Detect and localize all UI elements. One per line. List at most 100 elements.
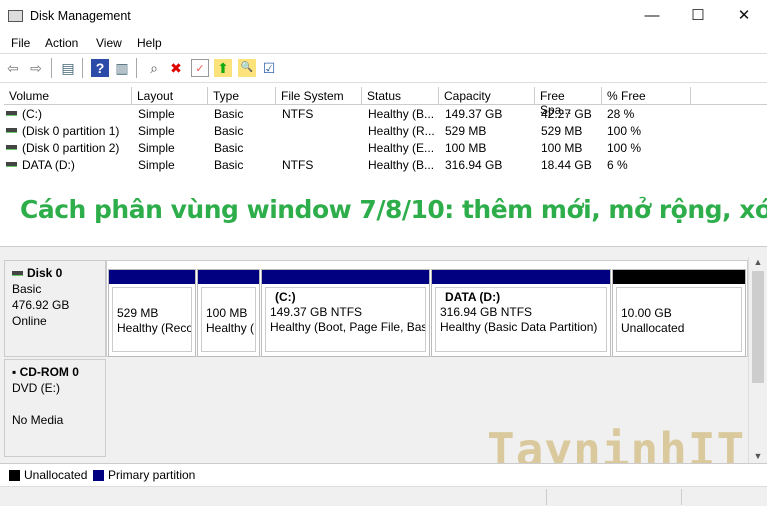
table-cell: DATA (D:) bbox=[22, 158, 75, 172]
partition-details: 529 MB Healthy (Reco bbox=[112, 287, 192, 352]
column-header-layout[interactable]: Layout bbox=[132, 87, 208, 105]
partition-details: 10.00 GB Unallocated bbox=[616, 287, 742, 352]
volume-icon bbox=[6, 145, 17, 150]
partition-3[interactable]: (C:) 149.37 GB NTFS Healthy (Boot, Page Fi… bbox=[261, 269, 430, 357]
table-cell: (Disk 0 partition 1) bbox=[22, 124, 120, 138]
partition-5[interactable]: 10.00 GB Unallocated bbox=[612, 269, 746, 357]
window-title: Disk Management bbox=[30, 9, 131, 23]
overlay-caption: Cách phân vùng window 7/8/10: thêm mới, … bbox=[20, 195, 767, 224]
legend-primary: Primary partition bbox=[108, 468, 196, 482]
scroll-thumb[interactable] bbox=[752, 271, 764, 383]
table-cell: Healthy (R... bbox=[368, 124, 435, 138]
table-cell: 100 % bbox=[607, 141, 642, 155]
connect-disk-icon[interactable]: ⌕ bbox=[145, 59, 163, 77]
table-cell: 42.27 GB bbox=[541, 107, 592, 121]
column-header-type[interactable]: Type bbox=[208, 87, 276, 105]
help-icon[interactable]: ? bbox=[91, 59, 109, 77]
menu-view[interactable]: View bbox=[96, 36, 122, 50]
table-cell: 18.44 GB bbox=[541, 158, 592, 172]
maximize-button[interactable]: ☐ bbox=[675, 0, 721, 32]
partition-status: Healthy (Reco bbox=[117, 321, 192, 335]
table-row[interactable]: (C:) Simple Basic NTFS Healthy (B... 149.37 G… bbox=[0, 105, 767, 122]
vertical-scrollbar[interactable]: ▲ ▼ bbox=[748, 257, 767, 463]
scroll-down-icon[interactable]: ▼ bbox=[749, 451, 767, 461]
table-row[interactable]: (Disk 0 partition 2) Simple Basic Healthy (… bbox=[0, 139, 767, 156]
show-hide-console-tree-icon[interactable]: ▤ bbox=[59, 59, 77, 77]
forward-icon[interactable]: ⇨ bbox=[27, 59, 45, 77]
legend: Unallocated Primary partition bbox=[0, 463, 767, 485]
menu-action[interactable]: Action bbox=[45, 36, 78, 50]
pane-splitter[interactable] bbox=[0, 247, 767, 257]
partition-label: (C:) bbox=[275, 290, 296, 304]
table-cell: 6 % bbox=[607, 158, 628, 172]
table-cell: (C:) bbox=[22, 107, 42, 121]
disk-size: 476.92 GB bbox=[12, 298, 70, 312]
explore-icon[interactable]: 🔍 bbox=[238, 59, 256, 77]
table-row[interactable]: DATA (D:) Simple Basic NTFS Healthy (B... 316… bbox=[0, 156, 767, 173]
scroll-up-icon[interactable]: ▲ bbox=[749, 257, 767, 267]
table-cell: 149.37 GB bbox=[445, 107, 503, 121]
partition-size: 529 MB bbox=[117, 306, 159, 320]
partition-4[interactable]: DATA (D:) 316.94 GB NTFS Healthy (Basic Da… bbox=[431, 269, 611, 357]
properties-icon[interactable]: ✓ bbox=[191, 59, 209, 77]
column-header-capacity[interactable]: Capacity bbox=[439, 87, 535, 105]
menu-help[interactable]: Help bbox=[137, 36, 162, 50]
disk-name: Disk 0 bbox=[27, 266, 63, 280]
menu-file[interactable]: File bbox=[11, 36, 30, 50]
table-cell: Basic bbox=[214, 158, 244, 172]
cdrom-0-label[interactable]: ▪ CD-ROM 0 DVD (E:) No Media bbox=[4, 359, 106, 457]
partition-status: Unallocated bbox=[621, 321, 685, 335]
table-row[interactable]: (Disk 0 partition 1) Simple Basic Healthy (… bbox=[0, 122, 767, 139]
disk-0-partitions: 529 MB Healthy (Reco 100 MB Healthy ((C:) 14… bbox=[106, 260, 748, 357]
disk-state: Online bbox=[12, 314, 47, 328]
minimize-button[interactable]: — bbox=[629, 0, 675, 32]
table-cell: Simple bbox=[138, 107, 175, 121]
column-header-volume[interactable]: Volume bbox=[4, 87, 132, 105]
table-cell: Simple bbox=[138, 141, 175, 155]
partition-status: Healthy ( bbox=[206, 321, 255, 335]
table-cell: 100 MB bbox=[445, 141, 487, 155]
column-header-empty bbox=[691, 87, 767, 105]
open-icon[interactable]: ⬆ bbox=[214, 59, 232, 77]
partition-1[interactable]: 529 MB Healthy (Reco bbox=[108, 269, 196, 357]
close-button[interactable]: ✕ bbox=[721, 0, 767, 32]
disk-0-label[interactable]: Disk 0 Basic 476.92 GB Online bbox=[4, 260, 106, 357]
table-cell: 100 % bbox=[607, 124, 642, 138]
table-cell: 529 MB bbox=[541, 124, 583, 138]
volume-icon bbox=[6, 128, 17, 133]
cdrom-state: No Media bbox=[12, 413, 64, 427]
cdrom-name: CD-ROM 0 bbox=[19, 365, 79, 379]
disk-type: Basic bbox=[12, 282, 42, 296]
volume-icon bbox=[6, 111, 17, 116]
partition-size: 100 MB bbox=[206, 306, 248, 320]
back-icon[interactable]: ⇦ bbox=[4, 59, 22, 77]
table-cell: Basic bbox=[214, 124, 244, 138]
partition-status: Healthy (Basic Data Partition) bbox=[440, 320, 598, 334]
partition-2[interactable]: 100 MB Healthy ( bbox=[197, 269, 260, 357]
table-cell: Healthy (B... bbox=[368, 107, 435, 121]
legend-unallocated: Unallocated bbox=[24, 468, 88, 482]
toolbar: ⇦ ⇨ ▤ ? ▥ ⌕ ✖ ✓ ⬆ 🔍 ☑ bbox=[0, 53, 767, 83]
delete-icon[interactable]: ✖ bbox=[167, 59, 185, 77]
status-bar bbox=[0, 486, 767, 506]
partition-details: DATA (D:) 316.94 GB NTFS Healthy (Basic Da… bbox=[435, 287, 607, 352]
partition-type-bar bbox=[109, 270, 195, 284]
table-cell: NTFS bbox=[282, 107, 314, 121]
column-header-status[interactable]: Status bbox=[362, 87, 439, 105]
show-hide-action-pane-icon[interactable]: ▥ bbox=[113, 59, 131, 77]
table-cell: Healthy (E... bbox=[368, 141, 435, 155]
partition-size: 316.94 GB NTFS bbox=[440, 305, 533, 319]
column-header-free-space[interactable]: Free Spa... bbox=[535, 87, 602, 117]
table-cell: Simple bbox=[138, 158, 175, 172]
table-cell: NTFS bbox=[282, 158, 314, 172]
checklist-icon[interactable]: ☑ bbox=[260, 59, 278, 77]
disk-management-app-icon bbox=[8, 10, 23, 22]
column-header-file-system[interactable]: File System bbox=[276, 87, 362, 105]
table-cell: 28 % bbox=[607, 107, 635, 121]
partition-details: 100 MB Healthy ( bbox=[201, 287, 256, 352]
title-bar: Disk Management — ☐ ✕ bbox=[0, 0, 767, 32]
table-cell: Basic bbox=[214, 141, 244, 155]
table-cell: Healthy (B... bbox=[368, 158, 435, 172]
column-header-percent-free[interactable]: % Free bbox=[602, 87, 691, 105]
legend-swatch-primary bbox=[93, 470, 104, 481]
